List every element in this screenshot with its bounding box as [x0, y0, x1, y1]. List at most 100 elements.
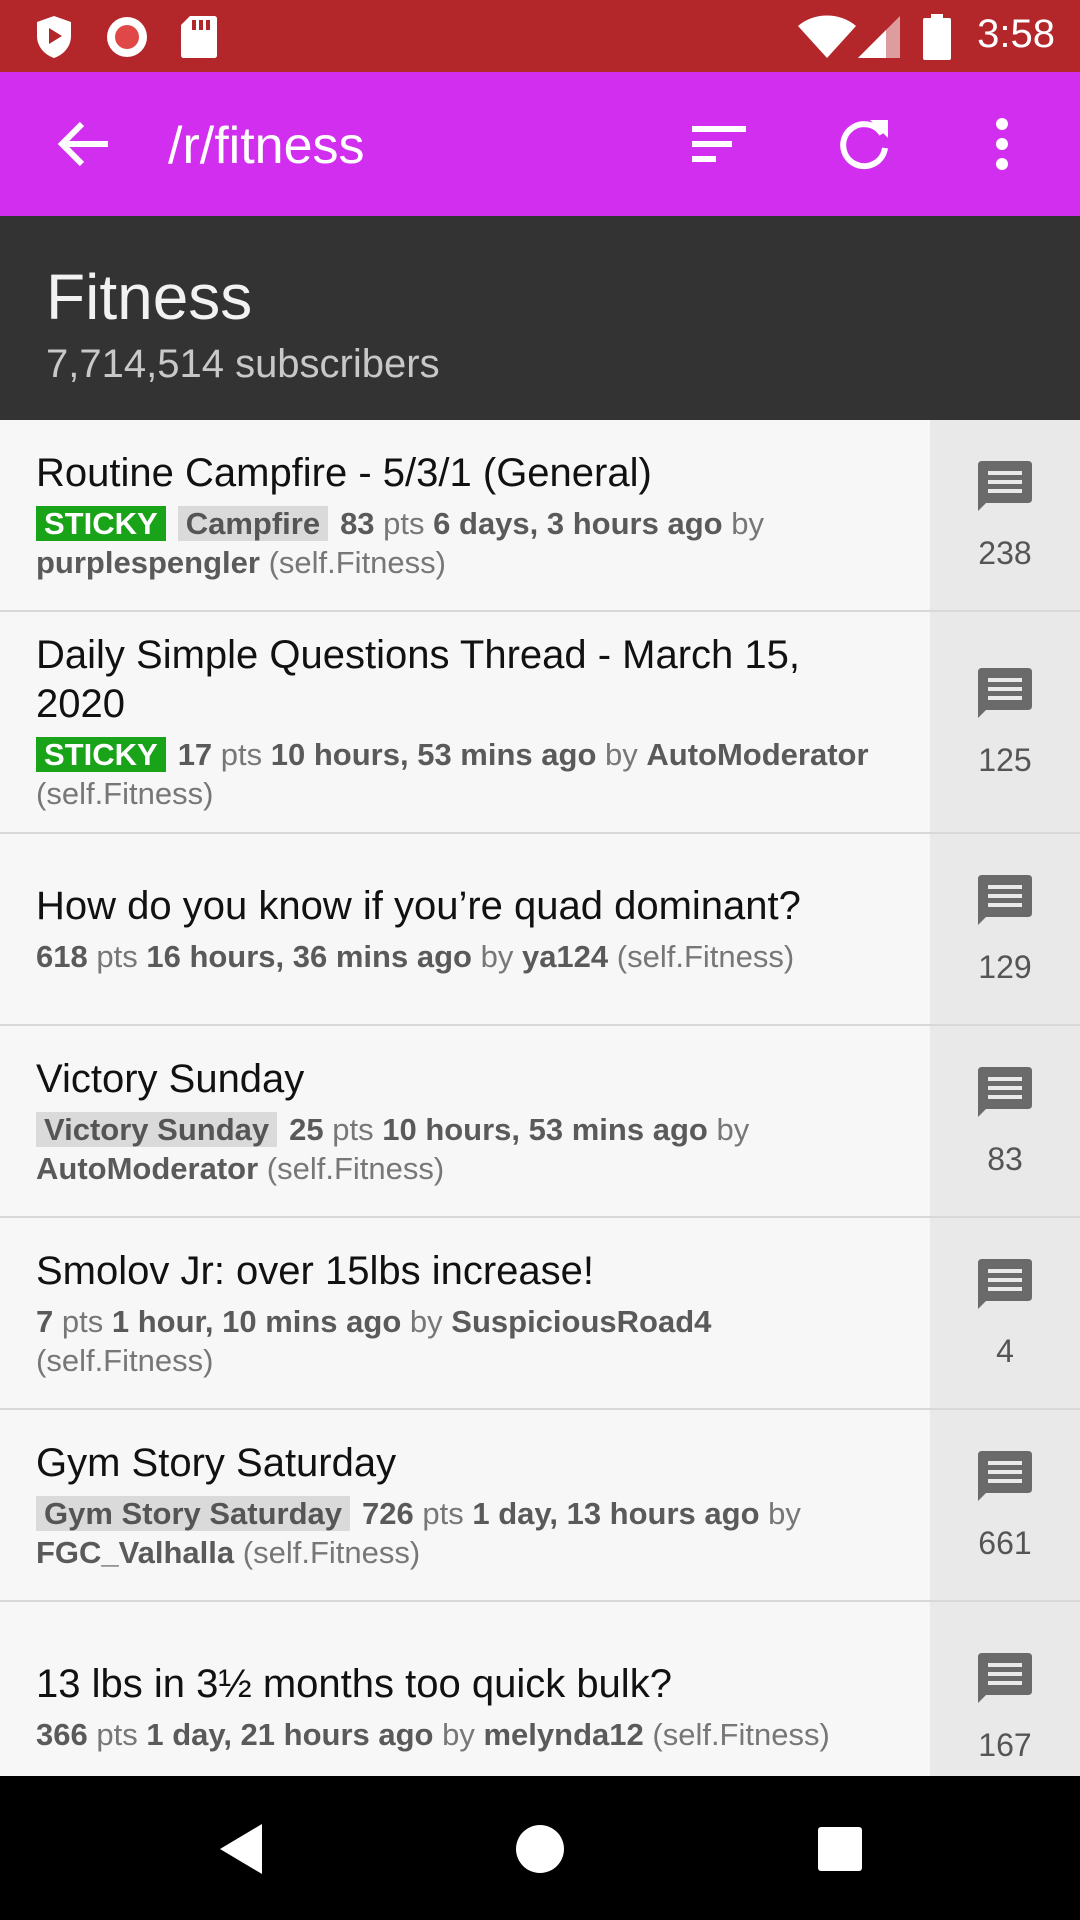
post-title[interactable]: How do you know if you’re quad dominant? [36, 882, 894, 931]
post-author[interactable]: purplespengler [36, 545, 260, 580]
comment-count: 125 [978, 741, 1032, 778]
post-meta: 366 pts 1 day, 21 hours ago by melynda12… [36, 1715, 894, 1754]
post-list: Routine Campfire - 5/3/1 (General) STICKY… [0, 420, 1080, 1776]
post-domain: (self.Fitness) [268, 544, 446, 580]
comment-icon [978, 1258, 1032, 1309]
post-age: 16 hours, 36 mins ago [146, 939, 472, 974]
comment-count: 167 [978, 1726, 1032, 1763]
post-title[interactable]: Routine Campfire - 5/3/1 (General) [36, 449, 894, 498]
comments-button[interactable]: 129 [930, 834, 1080, 1024]
post-content[interactable]: 13 lbs in 3½ months too quick bulk? 366 p… [0, 1602, 930, 1776]
record-icon [107, 17, 147, 57]
post-meta: 618 pts 16 hours, 36 mins ago by ya124 (… [36, 937, 894, 976]
post-meta: 7 pts 1 hour, 10 mins ago by SuspiciousR… [36, 1302, 894, 1380]
by-label: by [716, 1111, 750, 1147]
post-domain: (self.Fitness) [36, 776, 214, 811]
comments-button[interactable]: 238 [930, 420, 1080, 610]
comments-button[interactable]: 125 [930, 612, 1080, 832]
post-content[interactable]: How do you know if you’re quad dominant?… [0, 834, 930, 1024]
post-author[interactable]: ya124 [522, 939, 608, 974]
post-title[interactable]: Smolov Jr: over 15lbs increase! [36, 1247, 894, 1296]
post-points: 366 [36, 1717, 88, 1752]
comment-icon [978, 667, 1032, 718]
post-title[interactable]: Daily Simple Questions Thread - March 15… [36, 631, 894, 729]
post-meta: Gym Story Saturday 726 pts 1 day, 13 hour… [36, 1494, 894, 1572]
post-row[interactable]: Smolov Jr: over 15lbs increase! 7 pts 1 h… [0, 1218, 1080, 1410]
battery-icon [923, 14, 951, 60]
back-arrow-icon[interactable] [52, 112, 116, 176]
points-label: pts [383, 505, 425, 541]
sort-icon[interactable] [688, 112, 752, 176]
comments-button[interactable]: 661 [930, 1410, 1080, 1600]
post-meta: Victory Sunday 25 pts 10 hours, 53 mins a… [36, 1110, 894, 1188]
post-age: 1 day, 13 hours ago [472, 1495, 760, 1531]
post-author[interactable]: FGC_Valhalla [36, 1535, 234, 1570]
comment-count: 661 [978, 1524, 1032, 1561]
more-options-icon[interactable] [970, 112, 1034, 176]
post-content[interactable]: Gym Story Saturday Gym Story Saturday 726 … [0, 1410, 930, 1600]
points-label: pts [96, 939, 138, 974]
post-content[interactable]: Smolov Jr: over 15lbs increase! 7 pts 1 h… [0, 1218, 930, 1408]
comment-icon [978, 874, 1032, 925]
nav-back-icon[interactable] [216, 1822, 266, 1876]
post-author[interactable]: SuspiciousRoad4 [451, 1304, 711, 1339]
by-label: by [605, 737, 638, 772]
post-content[interactable]: Routine Campfire - 5/3/1 (General) STICKY… [0, 420, 930, 610]
comment-icon [978, 1450, 1032, 1501]
points-label: pts [96, 1717, 138, 1752]
post-meta: STICKY 17 pts 10 hours, 53 mins ago by Au… [36, 735, 894, 813]
post-row[interactable]: 13 lbs in 3½ months too quick bulk? 366 p… [0, 1602, 1080, 1776]
by-label: by [409, 1303, 443, 1339]
post-points: 7 [36, 1303, 54, 1339]
post-row[interactable]: How do you know if you’re quad dominant?… [0, 834, 1080, 1026]
post-age: 1 day, 21 hours ago [146, 1717, 434, 1752]
post-content[interactable]: Victory Sunday Victory Sunday 25 pts 10 ho… [0, 1026, 930, 1216]
flair-badge: Campfire [177, 505, 329, 541]
post-meta: STICKY Campfire 83 pts 6 days, 3 hours ago… [36, 504, 894, 582]
post-author[interactable]: AutoModerator [36, 1151, 258, 1186]
nav-home-icon[interactable] [515, 1824, 565, 1874]
post-domain: (self.Fitness) [242, 1534, 421, 1570]
post-points: 83 [340, 505, 375, 541]
by-label: by [731, 505, 764, 541]
comment-icon [978, 1652, 1032, 1703]
nav-recents-icon[interactable] [817, 1826, 863, 1872]
post-title[interactable]: Victory Sunday [36, 1055, 894, 1104]
points-label: pts [422, 1495, 464, 1531]
clock: 3:58 [977, 12, 1055, 56]
by-label: by [480, 939, 514, 974]
subreddit-header: Fitness 7,714,514 subscribers [0, 216, 1080, 420]
post-row[interactable]: Routine Campfire - 5/3/1 (General) STICKY… [0, 420, 1080, 612]
subreddit-name: Fitness [46, 261, 253, 333]
comments-button[interactable]: 4 [930, 1218, 1080, 1408]
post-domain: (self.Fitness) [652, 1717, 830, 1752]
comment-count: 238 [978, 534, 1032, 571]
post-domain: (self.Fitness) [266, 1150, 445, 1186]
comments-button[interactable]: 167 [930, 1602, 1080, 1776]
subscriber-count: 7,714,514 subscribers [46, 342, 440, 386]
app-bar: /r/fitness [0, 72, 1080, 216]
post-points: 726 [362, 1495, 414, 1531]
post-row[interactable]: Victory Sunday Victory Sunday 25 pts 10 ho… [0, 1026, 1080, 1218]
post-title[interactable]: Gym Story Saturday [36, 1439, 894, 1488]
by-label: by [768, 1495, 801, 1531]
points-label: pts [61, 1303, 104, 1339]
post-domain: (self.Fitness) [36, 1342, 214, 1378]
post-row[interactable]: Daily Simple Questions Thread - March 15… [0, 612, 1080, 834]
page-title: /r/fitness [168, 117, 365, 175]
post-age: 10 hours, 53 mins ago [382, 1111, 708, 1147]
post-row[interactable]: Gym Story Saturday Gym Story Saturday 726 … [0, 1410, 1080, 1602]
post-author[interactable]: melynda12 [483, 1717, 643, 1752]
refresh-icon[interactable] [832, 112, 896, 176]
comment-count: 129 [978, 948, 1032, 985]
navigation-bar [0, 1776, 1080, 1920]
sticky-badge: STICKY [36, 737, 166, 772]
comment-count: 4 [996, 1332, 1014, 1369]
post-content[interactable]: Daily Simple Questions Thread - March 15… [0, 612, 930, 832]
sd-card-icon [181, 16, 217, 58]
post-title[interactable]: 13 lbs in 3½ months too quick bulk? [36, 1660, 894, 1709]
comments-button[interactable]: 83 [930, 1026, 1080, 1216]
signal-icon [858, 16, 900, 58]
post-age: 10 hours, 53 mins ago [270, 737, 597, 772]
post-author[interactable]: AutoModerator [646, 737, 868, 772]
